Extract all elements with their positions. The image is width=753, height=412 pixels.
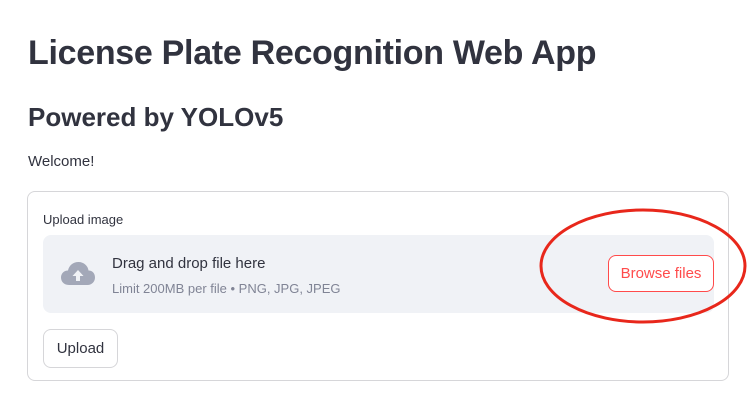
upload-button[interactable]: Upload [43, 329, 118, 368]
page: License Plate Recognition Web App Powere… [0, 0, 753, 412]
upload-image-label: Upload image [43, 212, 124, 227]
dropzone-limit-text: Limit 200MB per file • PNG, JPG, JPEG [112, 281, 341, 296]
browse-files-button[interactable]: Browse files [608, 255, 714, 292]
cloud-upload-icon [59, 259, 97, 289]
dropzone-instructions: Drag and drop file here [112, 255, 266, 272]
upload-form: Upload image Drag and drop file here Lim… [27, 191, 729, 381]
page-title: License Plate Recognition Web App [28, 34, 597, 72]
page-subtitle: Powered by YOLOv5 [28, 102, 284, 132]
welcome-text: Welcome! [28, 153, 95, 170]
file-dropzone[interactable]: Drag and drop file here Limit 200MB per … [43, 235, 714, 313]
